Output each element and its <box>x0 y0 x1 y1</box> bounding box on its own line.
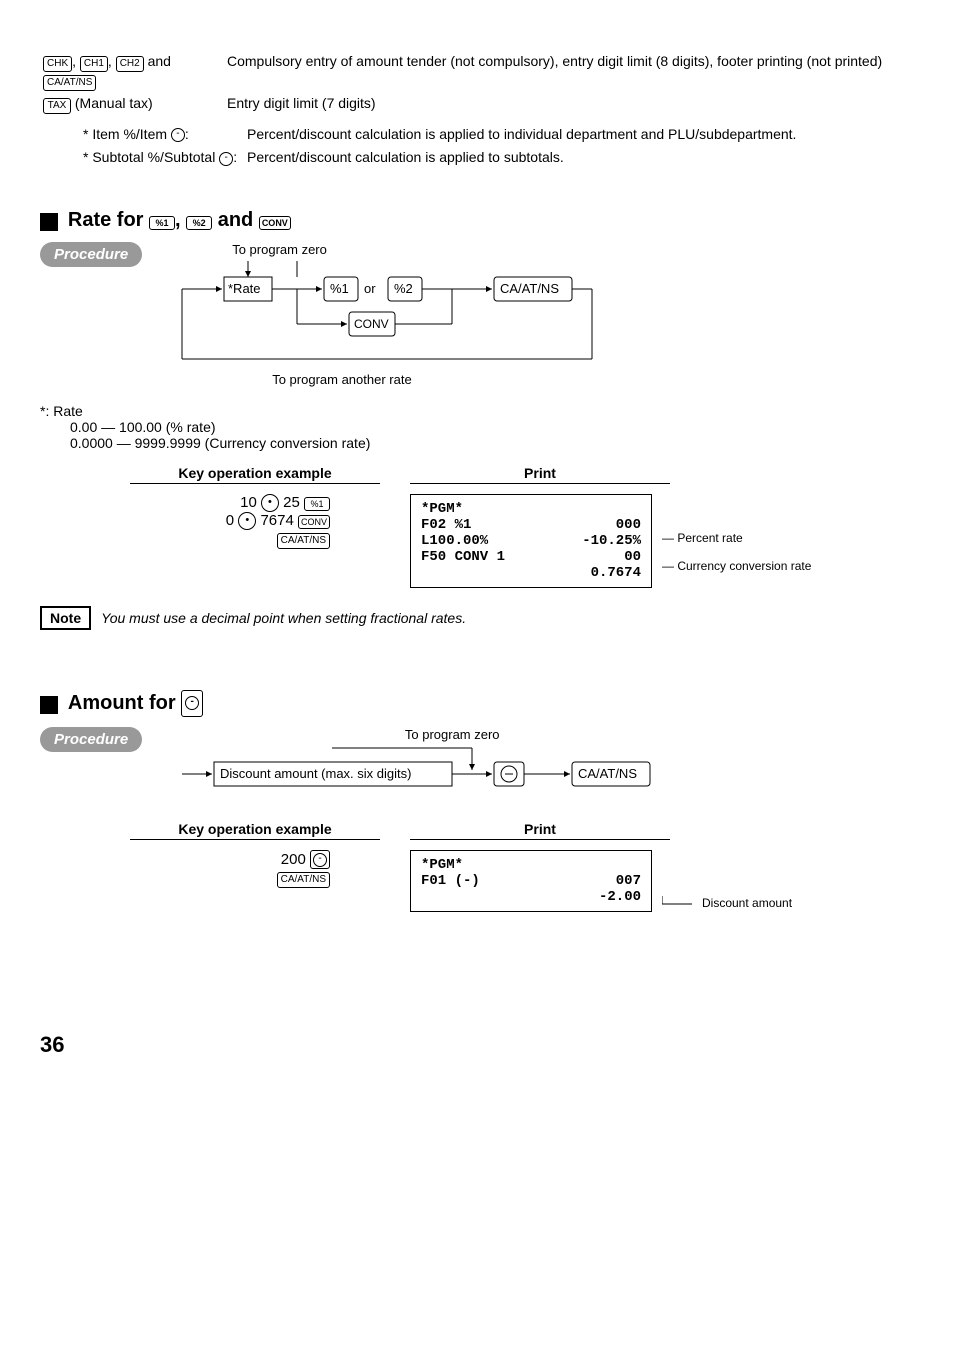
bullet-icon <box>40 696 58 714</box>
col-print-2: Print <box>410 821 670 840</box>
star-0-desc: Percent/discount calculation is applied … <box>246 125 797 143</box>
col-key-op: Key operation example <box>130 465 380 484</box>
svg-text:%1: %1 <box>330 281 349 296</box>
to-program-another: To program another rate <box>272 372 692 387</box>
star-1-label: * Subtotal %/Subtotal -: <box>83 149 237 165</box>
amount-flow-diagram: Discount amount (max. six digits) CA/AT/… <box>172 744 732 804</box>
key-tax: TAX <box>43 98 71 114</box>
col-key-op-2: Key operation example <box>130 821 380 840</box>
rate-info-2: 0.0000 — 9999.9999 (Currency conversion … <box>70 435 914 451</box>
amount-keyop-line2: CA/AT/NS <box>40 869 330 888</box>
key-ch1: CH1 <box>80 56 108 72</box>
annot-currency-rate: — Currency conversion rate <box>662 559 811 573</box>
rate-title: Rate for %1, %2 and CONV <box>68 209 291 231</box>
procedure-badge-2: Procedure <box>40 727 142 752</box>
amount-title: Amount for - <box>68 692 203 714</box>
key-caatns: CA/AT/NS <box>43 75 96 91</box>
svg-text:*Rate: *Rate <box>228 281 261 296</box>
rate-print-box: *PGM* F02 %1000 L100.00%-10.25% F50 CONV… <box>410 494 652 588</box>
annot-discount-amount: Discount amount <box>662 896 792 912</box>
to-program-zero-2: To program zero <box>172 727 732 742</box>
key-ch2: CH2 <box>116 56 144 72</box>
note-text: You must use a decimal point when settin… <box>101 610 466 626</box>
keyop-line2: 0 • 7674 CONV <box>40 512 330 530</box>
col-print: Print <box>410 465 670 484</box>
svg-text:CA/AT/NS: CA/AT/NS <box>500 281 559 296</box>
svg-text:CA/AT/NS: CA/AT/NS <box>578 766 637 781</box>
star-1-desc: Percent/discount calculation is applied … <box>246 145 797 166</box>
keyop-line3: CA/AT/NS <box>40 530 330 549</box>
keyop-line1: 10 • 25 %1 <box>40 494 330 512</box>
spec-table: CHK, CH1, CH2 and CA/AT/NS Compulsory en… <box>40 50 914 117</box>
spec-desc-0: Compulsory entry of amount tender (not c… <box>226 52 912 92</box>
svg-text:Discount amount (max. six digi: Discount amount (max. six digits) <box>220 766 411 781</box>
svg-text:CONV: CONV <box>354 317 389 331</box>
amount-print-box: *PGM* F01 (-)007 -2.00 <box>410 850 652 912</box>
rate-info-head: *: Rate <box>40 403 914 419</box>
svg-text:or: or <box>364 281 376 296</box>
note-badge: Note <box>40 606 91 630</box>
rate-info-1: 0.00 — 100.00 (% rate) <box>70 419 914 435</box>
star-0-label: * Item %/Item -: <box>83 126 189 142</box>
key-chk: CHK <box>43 56 72 72</box>
spec-desc-1: Entry digit limit (7 digits) <box>226 94 912 115</box>
svg-text:%2: %2 <box>394 281 413 296</box>
page-number: 36 <box>40 1032 914 1058</box>
bullet-icon <box>40 213 58 231</box>
to-program-zero: To program zero <box>232 242 692 257</box>
procedure-badge: Procedure <box>40 242 142 267</box>
annot-percent-rate: — Percent rate <box>662 531 811 545</box>
amount-keyop-line1: 200 - <box>40 850 330 869</box>
rate-flow-diagram: *Rate %1 or %2 CA/AT/NS CONV <box>172 259 692 369</box>
